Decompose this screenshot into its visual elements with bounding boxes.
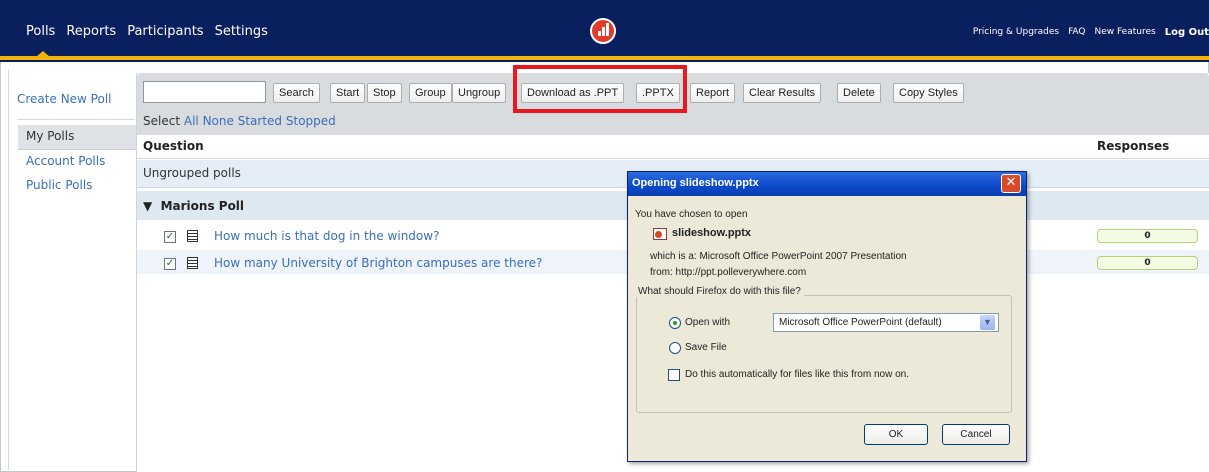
nav-underline — [0, 56, 1209, 60]
dialog-intro-text: You have chosen to open — [635, 209, 748, 220]
select-started-link[interactable]: Started — [238, 114, 282, 128]
ok-button[interactable]: OK — [864, 424, 928, 445]
auto-action-label[interactable]: Do this automatically for files like thi… — [685, 369, 909, 380]
nav-polls[interactable]: Polls — [26, 24, 55, 39]
open-with-label[interactable]: Open with — [685, 317, 730, 328]
clear-results-button[interactable]: Clear Results — [743, 83, 822, 103]
column-header-responses: Responses — [1097, 139, 1170, 153]
nav-log-out[interactable]: Log Out — [1165, 27, 1209, 38]
copy-styles-button[interactable]: Copy Styles — [893, 83, 964, 103]
select-label: Select — [143, 114, 181, 128]
dialog-filename: slideshow.pptx — [672, 227, 752, 239]
group-button[interactable]: Group — [409, 83, 452, 103]
download-highlight-box — [513, 65, 687, 113]
delete-button[interactable]: Delete — [837, 83, 881, 103]
open-with-radio[interactable] — [669, 317, 681, 329]
select-stopped-link[interactable]: Stopped — [286, 114, 336, 128]
response-count: 0 — [1097, 229, 1198, 243]
report-button[interactable]: Report — [690, 83, 736, 103]
chevron-down-icon[interactable]: ▼ — [980, 315, 995, 330]
save-file-radio[interactable] — [669, 342, 681, 354]
search-input[interactable] — [143, 81, 266, 103]
close-icon[interactable]: ✕ — [1001, 174, 1021, 193]
checked-checkbox-icon[interactable]: ✓ — [164, 231, 176, 243]
nav-active-caret — [36, 51, 50, 57]
dialog-file-source: from: http://ppt.polleverywhere.com — [650, 267, 807, 278]
checked-checkbox-icon[interactable]: ✓ — [164, 258, 176, 270]
select-none-link[interactable]: None — [203, 114, 234, 128]
dialog-action-question: What should Firefox do with this file? — [635, 286, 804, 297]
dialog-title: Opening slideshow.pptx — [632, 177, 759, 189]
select-all-link[interactable]: All — [184, 114, 199, 128]
dialog-file-type: which is a: Microsoft Office PowerPoint … — [650, 251, 907, 262]
ungroup-button[interactable]: Ungroup — [452, 83, 507, 103]
poll-link[interactable]: How many University of Brighton campuses… — [214, 256, 542, 270]
stop-button[interactable]: Stop — [367, 83, 402, 103]
account-nav: Pricing & Upgrades FAQ New Features Log … — [973, 27, 1209, 38]
select-filter: Select All None Started Stopped — [143, 114, 336, 128]
response-count: 0 — [1097, 256, 1198, 270]
group-label-ungrouped: Ungrouped polls — [143, 166, 241, 180]
top-nav: Polls Reports Participants Settings Pric… — [0, 0, 1209, 62]
nav-participants[interactable]: Participants — [127, 24, 203, 39]
auto-action-checkbox[interactable] — [668, 369, 680, 381]
nav-pricing[interactable]: Pricing & Upgrades — [973, 27, 1059, 38]
column-header-question: Question — [143, 139, 204, 153]
nav-settings[interactable]: Settings — [215, 24, 268, 39]
group-label-marions-poll: ▼ Marions Poll — [143, 199, 244, 213]
sidebar-item-public-polls[interactable]: Public Polls — [26, 178, 92, 192]
poll-list-icon — [187, 230, 198, 242]
poll-link[interactable]: How much is that dog in the window? — [214, 229, 439, 243]
table-header — [137, 135, 1209, 159]
sidebar-item-my-polls[interactable]: My Polls — [18, 125, 136, 150]
search-button[interactable]: Search — [273, 83, 320, 103]
start-button[interactable]: Start — [330, 83, 366, 103]
nav-faq[interactable]: FAQ — [1068, 27, 1085, 38]
pptx-file-icon — [653, 228, 667, 240]
open-with-select[interactable]: Microsoft Office PowerPoint (default) ▼ — [773, 313, 999, 332]
collapse-triangle-icon[interactable]: ▼ — [143, 199, 152, 213]
sidebar-item-account-polls[interactable]: Account Polls — [26, 154, 105, 168]
cancel-button[interactable]: Cancel — [942, 424, 1010, 445]
sidebar-divider — [17, 119, 135, 120]
nav-new-features[interactable]: New Features — [1095, 27, 1156, 38]
group-title: Marions Poll — [160, 199, 245, 213]
create-new-poll-link[interactable]: Create New Poll — [17, 92, 112, 106]
poll-list-icon — [187, 257, 198, 269]
file-download-dialog: Opening slideshow.pptx ✕ You have chosen… — [627, 171, 1027, 462]
open-with-value: Microsoft Office PowerPoint (default) — [779, 317, 942, 328]
poll-everywhere-logo[interactable] — [590, 18, 616, 44]
save-file-label[interactable]: Save File — [685, 342, 727, 353]
dialog-title-bar[interactable]: Opening slideshow.pptx ✕ — [628, 172, 1026, 196]
nav-reports[interactable]: Reports — [66, 24, 116, 39]
main-nav: Polls Reports Participants Settings — [26, 24, 268, 39]
